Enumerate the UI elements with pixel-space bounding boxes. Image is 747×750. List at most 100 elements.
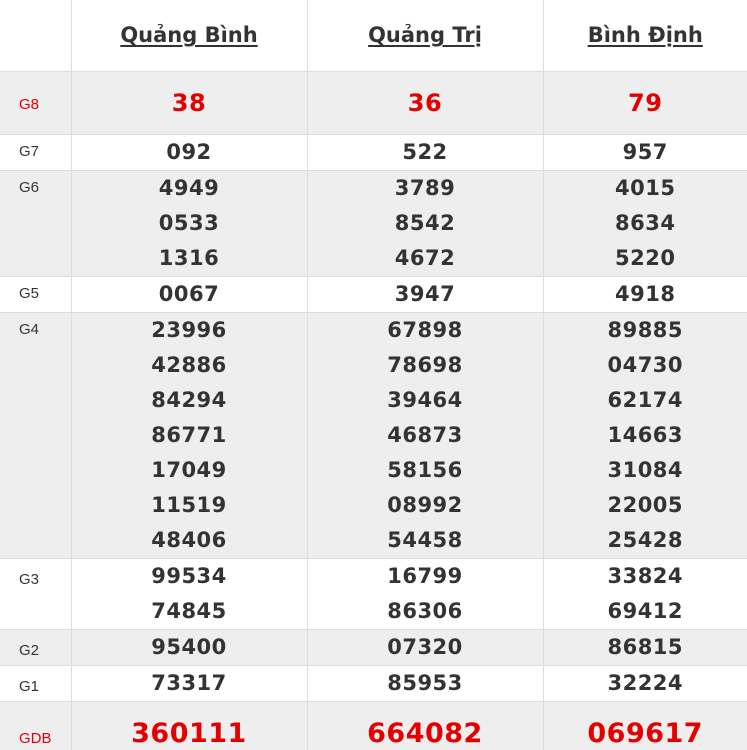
prize-cell: 33824 69412 — [542, 557, 747, 630]
prize-number: 25428 — [607, 527, 684, 552]
prize-cell: 95400 — [70, 628, 308, 666]
prize-cell: 3947 — [306, 275, 544, 313]
special-prize-number: 664082 — [367, 717, 483, 749]
prize-number: 1316 — [158, 245, 220, 270]
prize-cell: 522 — [306, 133, 544, 171]
province-header-2[interactable]: Bình Định — [542, 0, 747, 72]
prize-number: 95400 — [151, 634, 227, 659]
prize-label: G6 — [0, 169, 72, 277]
prize-cell: 89885 04730 62174 14663 31084 22005 2542… — [542, 311, 747, 559]
prize-number: 74845 — [151, 598, 227, 623]
prize-number: 14663 — [607, 422, 684, 447]
prize-number: 4015 — [615, 175, 676, 200]
prize-number: 522 — [402, 139, 448, 164]
special-prize-number: 360111 — [131, 717, 247, 749]
prize-row-g7: G7 092 522 957 — [0, 133, 747, 171]
prize-cell: 4918 — [542, 275, 747, 313]
prize-number: 85953 — [387, 670, 463, 695]
prize-number: 8542 — [394, 210, 456, 235]
province-header-0[interactable]: Quảng Bình — [70, 0, 308, 72]
prize-number: 3789 — [394, 175, 456, 200]
prize-row-g3: G3 99534 74845 16799 86306 33824 69412 — [0, 557, 747, 630]
prize-number: 8634 — [615, 210, 676, 235]
prize-number: 32224 — [607, 670, 684, 695]
prize-number: 5220 — [615, 245, 676, 270]
prize-number: 62174 — [607, 387, 684, 412]
prize-label: G3 — [0, 557, 72, 630]
prize-cell: 092 — [70, 133, 308, 171]
prize-cell: 360111 — [70, 700, 308, 750]
lottery-results-table: Quảng Bình Quảng Trị Bình Định G8 38 36 … — [0, 0, 747, 750]
prize-cell: 4949 0533 1316 — [70, 169, 308, 277]
prize-number: 07320 — [387, 634, 463, 659]
prize-number: 58156 — [387, 457, 463, 482]
prize-number: 4918 — [615, 281, 676, 306]
province-header-1[interactable]: Quảng Trị — [306, 0, 544, 72]
prize-row-gdb: GDB 360111 664082 069617 — [0, 700, 747, 750]
province-link-1[interactable]: Quảng Trị — [368, 23, 482, 47]
prize-cell: 23996 42886 84294 86771 17049 11519 4840… — [70, 311, 308, 559]
prize-number: 11519 — [151, 492, 227, 517]
prize-label: G4 — [0, 311, 72, 559]
prize-cell: 32224 — [542, 664, 747, 702]
prize-number: 86306 — [387, 598, 463, 623]
prize-row-g2: G2 95400 07320 86815 — [0, 628, 747, 666]
prize-number: 89885 — [607, 317, 684, 342]
prize-cell: 16799 86306 — [306, 557, 544, 630]
prize-number: 86815 — [607, 634, 684, 659]
prize-row-g4: G4 23996 42886 84294 86771 17049 11519 4… — [0, 311, 747, 559]
prize-number: 42886 — [151, 352, 227, 377]
prize-number: 69412 — [607, 598, 684, 623]
prize-cell: 67898 78698 39464 46873 58156 08992 5445… — [306, 311, 544, 559]
prize-label: G7 — [0, 133, 72, 171]
prize-number: 78698 — [387, 352, 463, 377]
prize-number: 67898 — [387, 317, 463, 342]
prize-number: 39464 — [387, 387, 463, 412]
prize-number: 84294 — [151, 387, 227, 412]
prize-number: 36 — [407, 88, 443, 117]
prize-label: G1 — [0, 664, 72, 702]
prize-cell: 79 — [542, 70, 747, 135]
prize-number: 957 — [622, 139, 668, 164]
prize-label: GDB — [0, 700, 72, 750]
prize-number: 48406 — [151, 527, 227, 552]
prize-number: 31084 — [607, 457, 684, 482]
prize-cell: 664082 — [306, 700, 544, 750]
province-link-0[interactable]: Quảng Bình — [120, 23, 257, 47]
prize-number: 73317 — [151, 670, 227, 695]
prize-number: 22005 — [607, 492, 684, 517]
prize-cell: 73317 — [70, 664, 308, 702]
prize-number: 16799 — [387, 563, 463, 588]
prize-cell: 36 — [306, 70, 544, 135]
special-prize-number: 069617 — [587, 717, 704, 749]
prize-cell: 0067 — [70, 275, 308, 313]
prize-cell: 957 — [542, 133, 747, 171]
prize-number: 99534 — [151, 563, 227, 588]
prize-cell: 38 — [70, 70, 308, 135]
prize-label: G5 — [0, 275, 72, 313]
prize-number: 0533 — [158, 210, 220, 235]
prize-number: 04730 — [607, 352, 684, 377]
prize-number: 86771 — [151, 422, 227, 447]
prize-row-g1: G1 73317 85953 32224 — [0, 664, 747, 702]
prize-cell: 069617 — [542, 700, 747, 750]
prize-number: 4672 — [394, 245, 456, 270]
prize-number: 08992 — [387, 492, 463, 517]
prize-number: 79 — [628, 88, 663, 117]
prize-number: 33824 — [607, 563, 684, 588]
province-link-2[interactable]: Bình Định — [588, 23, 703, 47]
prize-number: 54458 — [387, 527, 463, 552]
prize-label: G8 — [0, 70, 72, 135]
prize-row-g8: G8 38 36 79 — [0, 70, 747, 135]
prize-row-g6: G6 4949 0533 1316 3789 8542 4672 4015 86… — [0, 169, 747, 277]
header-row: Quảng Bình Quảng Trị Bình Định — [0, 0, 747, 72]
prize-cell: 07320 — [306, 628, 544, 666]
prize-number: 3947 — [394, 281, 456, 306]
prize-label: G2 — [0, 628, 72, 666]
header-corner — [0, 0, 72, 72]
prize-number: 38 — [171, 88, 207, 117]
prize-cell: 4015 8634 5220 — [542, 169, 747, 277]
prize-number: 17049 — [151, 457, 227, 482]
prize-row-g5: G5 0067 3947 4918 — [0, 275, 747, 313]
prize-number: 092 — [166, 139, 212, 164]
